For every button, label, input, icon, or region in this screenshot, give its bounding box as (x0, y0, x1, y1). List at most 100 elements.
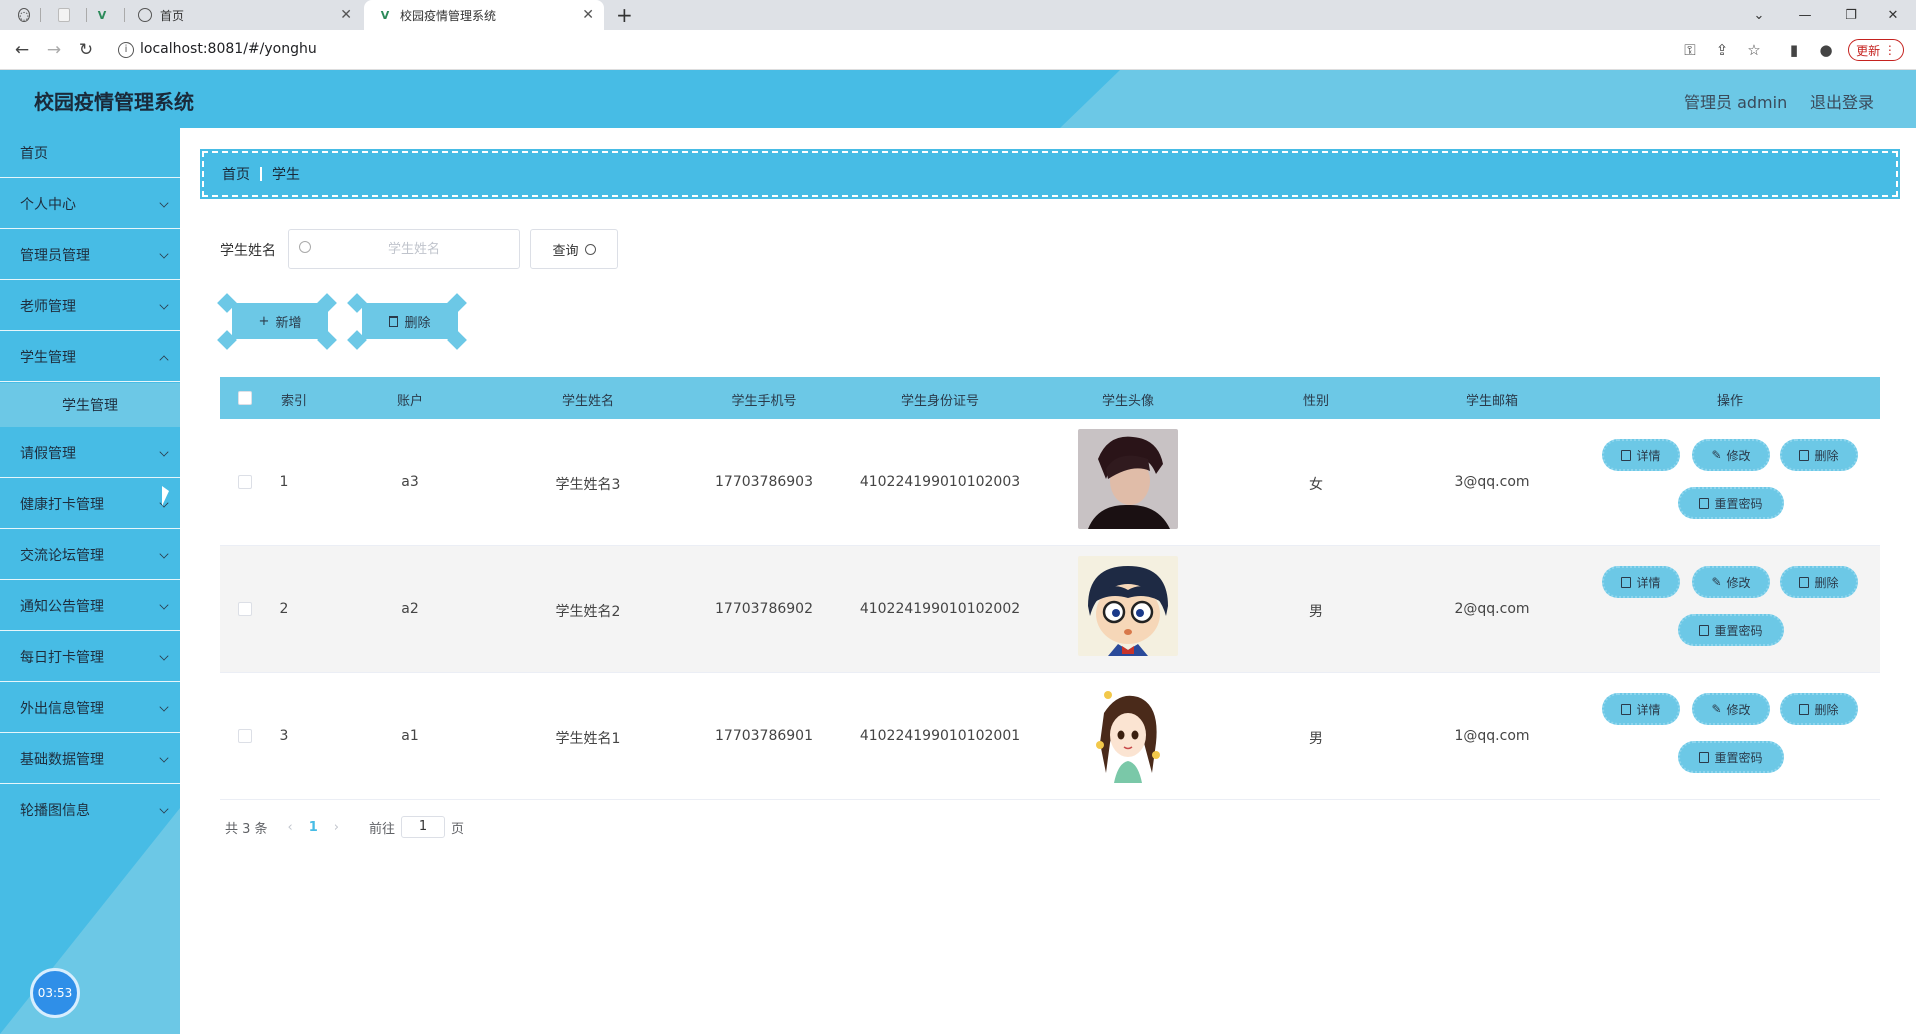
add-button[interactable]: + 新增 (232, 303, 328, 339)
delete-button[interactable]: 删除 (1780, 693, 1858, 725)
query-button[interactable]: 查询 (530, 229, 618, 269)
delete-label: 删除 (1814, 448, 1839, 463)
batch-delete-button[interactable]: 删除 (362, 303, 458, 339)
delete-label: 删除 (404, 315, 431, 331)
reset-password-button[interactable]: 重置密码 (1678, 487, 1784, 519)
breadcrumb-home[interactable]: 首页 (222, 164, 250, 184)
edit-button[interactable]: ✎ 修改 (1692, 439, 1770, 471)
sidebar-item-notice[interactable]: 通知公告管理 (0, 581, 180, 631)
row-checkbox[interactable] (238, 729, 252, 743)
minimize-icon[interactable]: — (1782, 0, 1828, 30)
reset-password-button[interactable]: 重置密码 (1678, 741, 1784, 773)
th-gender: 性别 (1302, 394, 1330, 409)
th-index: 索引 (280, 394, 308, 409)
sidebar-decoration (0, 808, 180, 1034)
cell-index: 2 (279, 601, 289, 617)
detail-button[interactable]: 详情 (1602, 693, 1680, 725)
search-input-wrapper (288, 229, 520, 269)
table-header: 索引 账户 学生姓名 学生手机号 学生身份证号 学生头像 性别 学生邮箱 操作 (220, 377, 1880, 419)
pinned-tab-1[interactable]: ◌ (18, 0, 38, 30)
sidebar-item-student[interactable]: 学生管理 (0, 332, 180, 382)
close-icon[interactable]: ✕ (340, 7, 352, 23)
cell-id-card: 410224199010102001 (859, 728, 1021, 744)
reset-label: 重置密码 (1714, 623, 1763, 638)
delete-button[interactable]: 删除 (1780, 439, 1858, 471)
chevron-left-icon[interactable]: ‹ (288, 820, 293, 835)
logout-link[interactable]: 退出登录 (1810, 89, 1874, 113)
detail-button[interactable]: 详情 (1602, 439, 1680, 471)
share-icon[interactable]: ⇪ (1710, 38, 1734, 62)
sidebar-item-leave[interactable]: 请假管理 (0, 428, 180, 478)
delete-button[interactable]: 删除 (1780, 566, 1858, 598)
sidebar-item-label: 请假管理 (20, 445, 76, 462)
edit-button[interactable]: ✎ 修改 (1692, 693, 1770, 725)
pinned-tab-2[interactable] (58, 0, 78, 30)
pagination: 共 3 条 ‹ 1 › 前往 1 页 (225, 816, 464, 838)
sidebar-item-carousel[interactable]: 轮播图信息 (0, 785, 180, 835)
detail-label: 详情 (1636, 575, 1661, 590)
profile-icon[interactable]: ● (1814, 38, 1838, 62)
info-icon[interactable]: i (118, 42, 134, 58)
key-icon[interactable]: ⚿ (1678, 38, 1702, 62)
sidebar-item-forum[interactable]: 交流论坛管理 (0, 530, 180, 580)
sidebar-subitem-student[interactable]: 学生管理 (0, 383, 180, 427)
goto-page-input[interactable]: 1 (401, 816, 446, 838)
detail-button[interactable]: 详情 (1602, 566, 1680, 598)
reset-password-button[interactable]: 重置密码 (1678, 614, 1784, 646)
sidebar-item-personal[interactable]: 个人中心 (0, 179, 180, 229)
chevron-right-icon[interactable]: › (334, 820, 339, 835)
update-button[interactable]: 更新 ⋮ (1848, 39, 1904, 61)
vue-logo-icon: V (380, 8, 390, 22)
tab-search-chevron-icon[interactable]: ⌄ (1736, 0, 1782, 30)
chevron-down-icon (159, 300, 169, 310)
th-name: 学生姓名 (561, 394, 615, 409)
reload-icon[interactable]: ↻ (74, 38, 98, 62)
clock-badge: 03:53 (30, 968, 80, 1018)
cell-name: 学生姓名3 (555, 477, 621, 493)
side-panel-icon[interactable]: ▮ (1782, 38, 1806, 62)
pagination-total: 共 3 条 (225, 821, 268, 837)
select-all-checkbox[interactable] (238, 391, 252, 405)
cell-account: a1 (401, 728, 419, 744)
sidebar-item-home[interactable]: 首页 (0, 128, 180, 178)
chevron-down-icon (159, 549, 169, 559)
reset-label: 重置密码 (1714, 750, 1763, 765)
admin-label: 管理员 admin (1684, 93, 1788, 112)
sidebar-item-outing[interactable]: 外出信息管理 (0, 683, 180, 733)
sidebar-item-health[interactable]: 健康打卡管理 (0, 479, 180, 529)
th-email: 学生邮箱 (1465, 394, 1519, 409)
globe-icon: ◌ (18, 8, 30, 22)
tab-active-system[interactable]: V 校园疫情管理系统 ✕ (364, 0, 604, 30)
sidebar-item-basic[interactable]: 基础数据管理 (0, 734, 180, 784)
sidebar-item-daily[interactable]: 每日打卡管理 (0, 632, 180, 682)
tab-title: 校园疫情管理系统 (400, 8, 497, 23)
new-tab-button[interactable]: + (616, 0, 636, 30)
page-number-current[interactable]: 1 (309, 820, 318, 835)
chevron-up-icon (159, 355, 169, 365)
cell-id-card: 410224199010102002 (859, 601, 1021, 617)
cell-email: 2@qq.com (1454, 601, 1530, 617)
edit-label: 修改 (1726, 702, 1751, 717)
forward-arrow-icon[interactable]: → (42, 38, 66, 62)
chevron-down-icon (159, 702, 169, 712)
th-account: 账户 (396, 394, 424, 409)
goto-prefix: 前往 (369, 821, 396, 837)
back-arrow-icon[interactable]: ← (10, 38, 34, 62)
star-icon[interactable]: ☆ (1742, 38, 1766, 62)
tab-home[interactable]: 首页 ✕ (134, 0, 362, 30)
row-checkbox[interactable] (238, 602, 252, 616)
search-input[interactable] (319, 230, 509, 268)
restore-icon[interactable]: ❐ (1828, 0, 1874, 30)
edit-button[interactable]: ✎ 修改 (1692, 566, 1770, 598)
app-title: 校园疫情管理系统 (34, 90, 194, 114)
sidebar-item-admin[interactable]: 管理员管理 (0, 230, 180, 280)
row-checkbox[interactable] (238, 475, 252, 489)
sidebar-item-teacher[interactable]: 老师管理 (0, 281, 180, 331)
breadcrumb-separator (260, 167, 262, 181)
pinned-tab-3[interactable]: V (96, 0, 116, 30)
close-icon[interactable]: ✕ (582, 7, 594, 23)
close-window-icon[interactable]: ✕ (1870, 0, 1916, 30)
cell-index: 3 (279, 728, 289, 744)
update-label: 更新 (1856, 43, 1881, 58)
url-field[interactable]: i localhost:8081/#/yonghu (108, 35, 1898, 65)
